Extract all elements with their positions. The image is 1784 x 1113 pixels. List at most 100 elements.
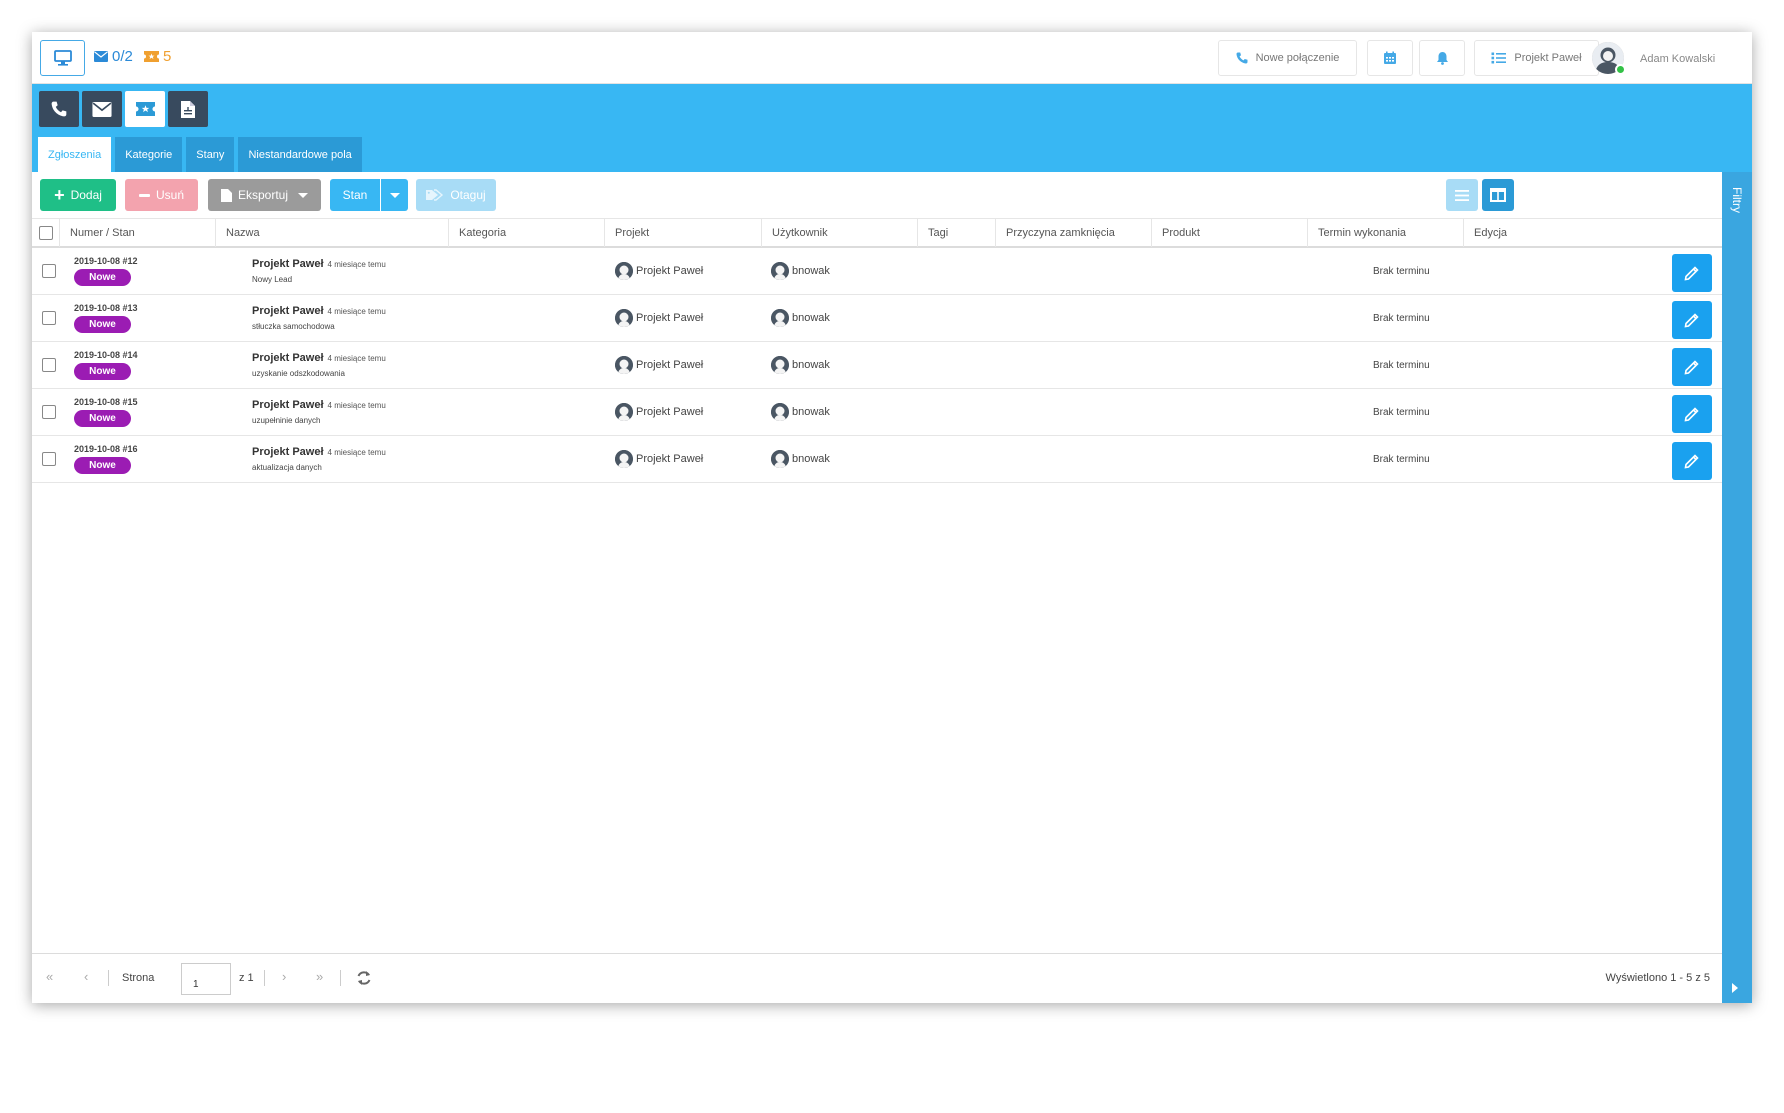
tag-button[interactable]: Otaguj — [416, 179, 496, 211]
table-header: Numer / Stan Nazwa Kategoria Projekt Uży… — [32, 218, 1722, 248]
minus-icon — [138, 193, 150, 197]
ticket-title[interactable]: Projekt Paweł 4 miesiące temu — [252, 399, 386, 411]
user-cell: bnowak — [771, 403, 830, 421]
edit-button[interactable] — [1672, 254, 1712, 292]
row-checkbox[interactable] — [42, 452, 56, 466]
tab-custom-fields[interactable]: Niestandardowe pola — [238, 137, 362, 172]
delete-button[interactable]: Usuń — [125, 179, 198, 211]
ticket-age: 4 miesiące temu — [327, 307, 386, 316]
row-checkbox[interactable] — [42, 358, 56, 372]
row-checkbox[interactable] — [42, 405, 56, 419]
edit-button[interactable] — [1672, 442, 1712, 480]
module-tickets-button[interactable] — [125, 91, 165, 127]
table-row[interactable]: 2019-10-08 #15 Nowe Projekt Paweł 4 miesiąc… — [32, 389, 1722, 436]
module-mail-button[interactable] — [82, 91, 122, 127]
user-avatar[interactable] — [1592, 42, 1626, 75]
notifications-button[interactable] — [1419, 40, 1465, 76]
tab-categories[interactable]: Kategorie — [115, 137, 183, 172]
due-date: Brak terminu — [1373, 266, 1430, 277]
pagination-divider — [340, 970, 341, 986]
project-avatar-icon — [615, 356, 633, 374]
table-row[interactable]: 2019-10-08 #12 Nowe Projekt Paweł 4 miesiąc… — [32, 248, 1722, 295]
ticket-title[interactable]: Projekt Paweł 4 miesiące temu — [252, 305, 386, 317]
ticket-title-text: Projekt Paweł — [252, 399, 324, 411]
add-button[interactable]: + Dodaj — [40, 179, 116, 211]
row-checkbox[interactable] — [42, 311, 56, 325]
delete-label: Usuń — [155, 188, 184, 202]
project-name: Projekt Paweł — [636, 359, 704, 371]
module-documents-button[interactable] — [168, 91, 208, 127]
column-header-project[interactable]: Projekt — [605, 219, 762, 247]
select-all-cell — [32, 219, 60, 247]
ticket-subject: stłuczka samochodowa — [252, 322, 335, 331]
column-header-tags[interactable]: Tagi — [918, 219, 996, 247]
export-button[interactable]: Eksportuj — [208, 179, 321, 211]
edit-button[interactable] — [1672, 395, 1712, 433]
status-badge: Nowe — [74, 410, 131, 427]
tab-tickets[interactable]: Zgłoszenia — [38, 137, 112, 172]
user-name[interactable]: Adam Kowalski — [1640, 53, 1715, 65]
ticket-count-text: 5 — [163, 48, 172, 65]
project-selector-button[interactable]: Projekt Paweł — [1474, 40, 1599, 76]
pencil-icon — [1683, 405, 1701, 423]
new-call-button[interactable]: Nowe połączenie — [1218, 40, 1357, 76]
phone-icon — [1236, 52, 1248, 64]
select-all-checkbox[interactable] — [38, 226, 53, 240]
phone-icon — [51, 101, 67, 117]
ticket-number: 2019-10-08 #15 — [74, 397, 138, 407]
column-header-number[interactable]: Numer / Stan — [60, 219, 216, 247]
table-row[interactable]: 2019-10-08 #14 Nowe Projekt Paweł 4 miesiąc… — [32, 342, 1722, 389]
status-badge: Nowe — [74, 363, 131, 380]
state-button[interactable]: Stan — [330, 179, 380, 211]
list-view-button[interactable] — [1446, 179, 1478, 211]
ticket-counter[interactable]: 5 — [144, 48, 171, 65]
due-date: Brak terminu — [1373, 360, 1430, 371]
caret-down-icon — [389, 192, 400, 198]
state-dropdown-toggle[interactable] — [381, 179, 408, 211]
table-row[interactable]: 2019-10-08 #13 Nowe Projekt Paweł 4 miesiąc… — [32, 295, 1722, 342]
module-calls-button[interactable] — [39, 91, 79, 127]
column-header-due-date[interactable]: Termin wykonania — [1308, 219, 1464, 247]
prev-page-icon[interactable]: ‹ — [84, 969, 88, 984]
pencil-icon — [1683, 264, 1701, 282]
calendar-button[interactable] — [1367, 40, 1413, 76]
due-date: Brak terminu — [1373, 407, 1430, 418]
filters-panel-toggle[interactable]: Filtry — [1722, 172, 1752, 1003]
monitor-button[interactable] — [40, 40, 85, 76]
user-cell: bnowak — [771, 309, 830, 327]
online-status-dot — [1615, 64, 1626, 75]
tab-states[interactable]: Stany — [186, 137, 235, 172]
user-cell: bnowak — [771, 356, 830, 374]
ticket-title[interactable]: Projekt Paweł 4 miesiące temu — [252, 446, 386, 458]
column-header-name[interactable]: Nazwa — [216, 219, 449, 247]
column-header-product[interactable]: Produkt — [1152, 219, 1308, 247]
ticket-subject: uzyskanie odszkodowania — [252, 369, 345, 378]
file-icon — [220, 188, 232, 202]
column-header-close-reason[interactable]: Przyczyna zamknięcia — [996, 219, 1152, 247]
user-login: bnowak — [792, 453, 830, 465]
filters-label: Filtry — [1730, 187, 1744, 213]
ticket-title[interactable]: Projekt Paweł 4 miesiące temu — [252, 258, 386, 270]
user-avatar-icon — [771, 262, 789, 280]
refresh-button[interactable] — [356, 970, 372, 991]
last-page-icon[interactable]: » — [316, 969, 323, 984]
page-number-input[interactable] — [181, 963, 231, 995]
column-header-user[interactable]: Użytkownik — [762, 219, 918, 247]
ticket-title[interactable]: Projekt Paweł 4 miesiące temu — [252, 352, 386, 364]
user-cell: bnowak — [771, 262, 830, 280]
ticket-age: 4 miesiące temu — [327, 354, 386, 363]
edit-button[interactable] — [1672, 301, 1712, 339]
first-page-icon[interactable]: « — [46, 969, 53, 984]
ticket-title-text: Projekt Paweł — [252, 446, 324, 458]
column-view-button[interactable] — [1482, 179, 1514, 211]
edit-button[interactable] — [1672, 348, 1712, 386]
column-header-category[interactable]: Kategoria — [449, 219, 605, 247]
mail-counter[interactable]: 0/2 — [94, 48, 133, 65]
table-row[interactable]: 2019-10-08 #16 Nowe Projekt Paweł 4 miesiąc… — [32, 436, 1722, 483]
row-checkbox[interactable] — [42, 264, 56, 278]
list-icon — [1455, 189, 1469, 201]
next-page-icon[interactable]: › — [282, 969, 286, 984]
pencil-icon — [1683, 452, 1701, 470]
ticket-title-text: Projekt Paweł — [252, 258, 324, 270]
status-badge: Nowe — [74, 269, 131, 286]
